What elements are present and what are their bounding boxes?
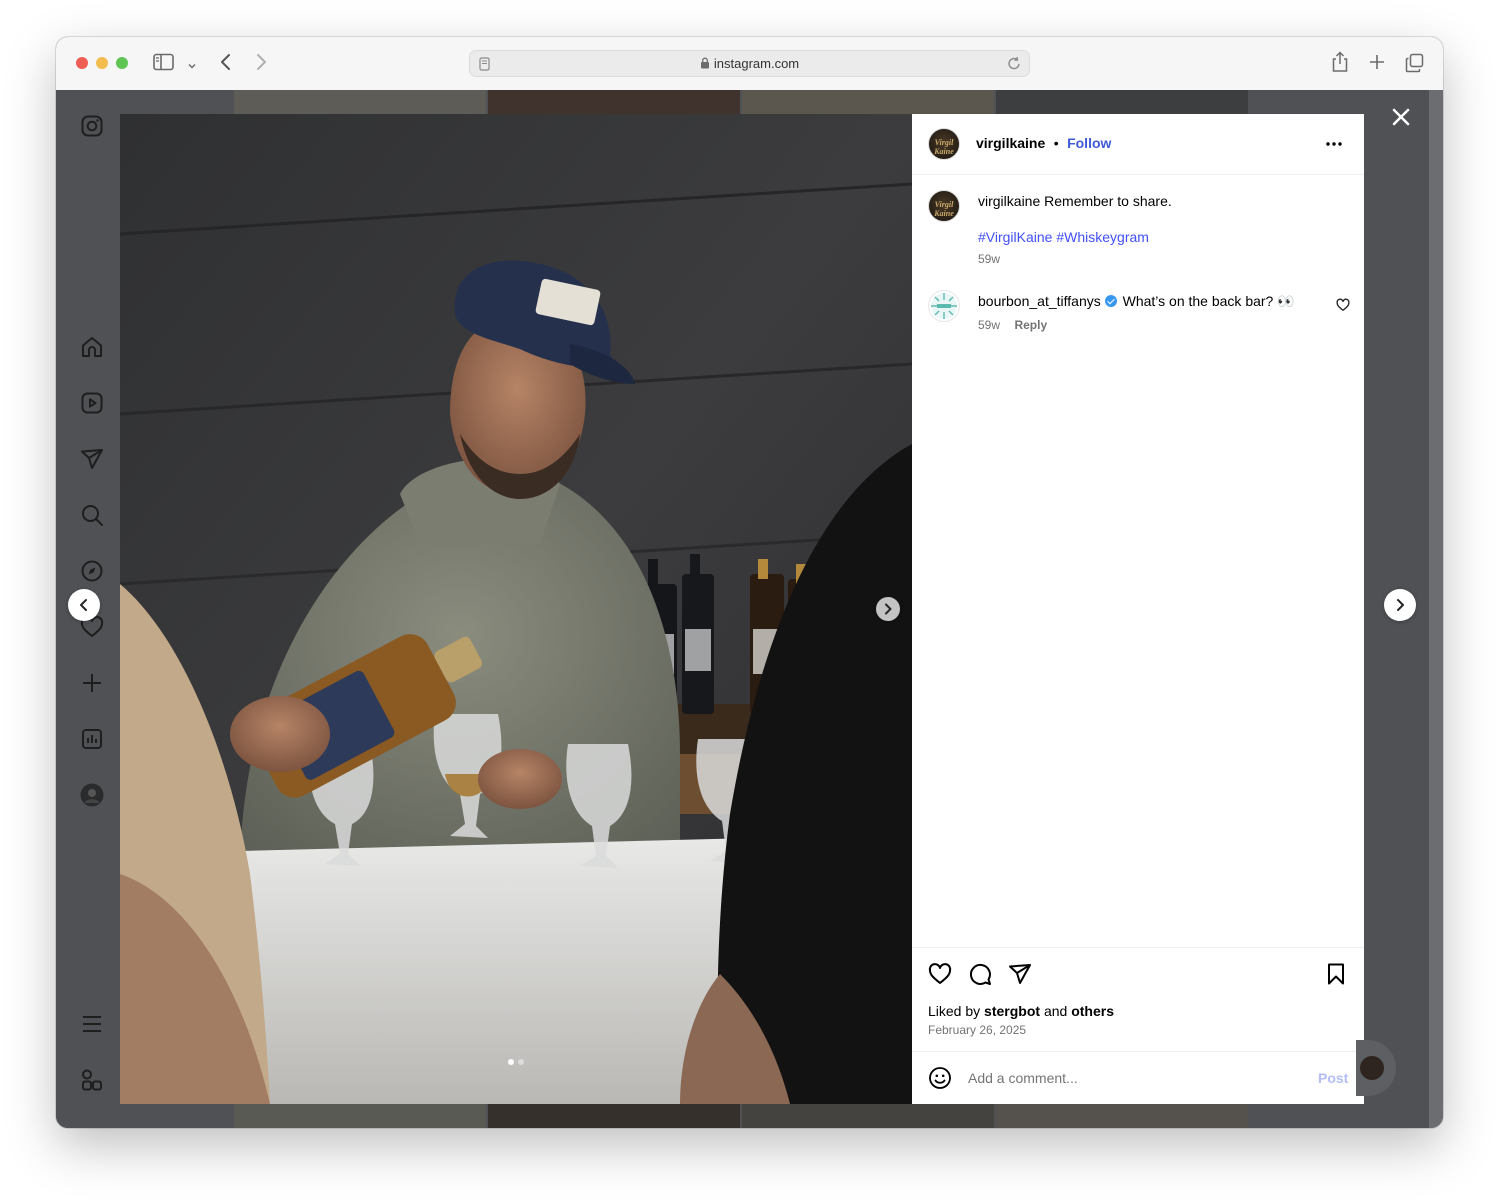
next-post-button[interactable]: [1384, 589, 1416, 621]
post-comment-button[interactable]: Post: [1318, 1070, 1348, 1086]
liked-by-and: and: [1043, 1003, 1068, 1019]
chevron-right-icon: [885, 603, 892, 615]
comment-age: 59w: [978, 318, 1001, 332]
url-label: instagram.com: [713, 56, 800, 71]
comment-text: What’s on the back bar? 👀: [1122, 293, 1295, 309]
chevron-down-icon[interactable]: [187, 55, 197, 75]
avatar-logo-text: Virgil Kaine: [934, 138, 954, 156]
carousel-next-button[interactable]: [876, 597, 900, 621]
caption-username[interactable]: virgilkaine: [978, 193, 1040, 209]
chevron-right-icon: [1397, 599, 1404, 611]
url-text: instagram.com: [470, 56, 1029, 71]
background-thumbnail: [996, 90, 1248, 114]
new-tab-icon[interactable]: [1369, 54, 1385, 74]
more-menu-icon[interactable]: [80, 1012, 104, 1036]
messages-float-button[interactable]: [1356, 1040, 1396, 1096]
background-thumbnail: [234, 1104, 486, 1128]
reply-button[interactable]: Reply: [1014, 318, 1047, 332]
caption-author-avatar[interactable]: Virgil Kaine: [928, 190, 960, 222]
instagram-logo-icon[interactable]: [80, 114, 104, 138]
browser-toolbar: instagram.com: [56, 37, 1443, 91]
address-bar[interactable]: instagram.com: [469, 50, 1030, 77]
author-username[interactable]: virgilkaine: [976, 135, 1045, 151]
liked-by-user[interactable]: stergbot: [984, 1003, 1040, 1019]
emoji-icon[interactable]: [928, 1066, 952, 1090]
reels-icon[interactable]: [80, 391, 104, 415]
messages-icon[interactable]: [80, 447, 104, 471]
comment-item: bourbon_at_tiffanys What’s on the back b…: [978, 292, 1328, 334]
close-modal-icon[interactable]: [1389, 105, 1413, 129]
caption-text: Remember to share.: [1044, 193, 1172, 209]
page-scrollbar[interactable]: [1429, 90, 1443, 1128]
comment-username[interactable]: bourbon_at_tiffanys: [978, 293, 1101, 309]
caption-age: 59w: [978, 252, 1001, 266]
share-send-icon[interactable]: [1008, 962, 1032, 986]
home-icon[interactable]: [80, 335, 104, 359]
explore-icon[interactable]: [80, 559, 104, 583]
caption: virgilkaine Remember to share. #VirgilKa…: [978, 192, 1338, 266]
background-thumbnail: [996, 1104, 1248, 1128]
post-date: February 26, 2025: [928, 1023, 1027, 1037]
comment-bubble-icon[interactable]: [968, 962, 992, 986]
browser-window: instagram.com Virgil Kaine virgilkaine •…: [56, 37, 1443, 1128]
bookmark-icon[interactable]: [1324, 962, 1348, 986]
author-avatar[interactable]: Virgil Kaine: [928, 128, 960, 160]
separator-dot: •: [1053, 135, 1059, 151]
verified-badge-icon: [1104, 295, 1117, 307]
background-thumbnail: [742, 90, 994, 114]
chevron-left-icon: [80, 599, 87, 611]
carousel-dot: [518, 1059, 524, 1065]
previous-post-button[interactable]: [68, 589, 100, 621]
liked-by-prefix: Liked by: [928, 1003, 981, 1019]
post-image[interactable]: [120, 114, 912, 1104]
also-from-meta-icon[interactable]: [80, 1068, 104, 1092]
dashboard-icon[interactable]: [80, 727, 104, 751]
messages-avatar: [1360, 1056, 1384, 1080]
minimize-window-button[interactable]: [96, 57, 108, 69]
background-thumbnail: [488, 1104, 740, 1128]
maximize-window-button[interactable]: [116, 57, 128, 69]
comment-like-heart-icon[interactable]: [1336, 298, 1350, 312]
search-icon[interactable]: [80, 503, 104, 527]
carousel-dot-active: [508, 1059, 514, 1065]
follow-button[interactable]: Follow: [1067, 135, 1111, 151]
profile-avatar[interactable]: [80, 783, 104, 807]
post-actions: Liked by stergbot and others February 26…: [912, 947, 1364, 1052]
close-window-button[interactable]: [76, 57, 88, 69]
sidebar-toggle-icon[interactable]: [153, 53, 175, 75]
background-thumbnail: [234, 90, 486, 114]
comment-input[interactable]: [968, 1067, 1288, 1089]
post-details-panel: Virgil Kaine virgilkaine • Follow Virgil…: [912, 114, 1364, 1104]
reload-icon[interactable]: [1007, 56, 1021, 76]
tab-overview-icon[interactable]: [1405, 53, 1425, 77]
background-thumbnail: [742, 1104, 994, 1128]
share-icon[interactable]: [1331, 51, 1349, 77]
comment-composer: Post: [912, 1051, 1364, 1105]
background-thumbnail: [488, 90, 740, 114]
commenter-avatar[interactable]: [928, 290, 960, 322]
more-options-icon[interactable]: [1324, 134, 1344, 154]
create-plus-icon[interactable]: [80, 671, 104, 695]
likes-summary: Liked by stergbot and others: [928, 1003, 1114, 1019]
lock-icon: [700, 57, 709, 69]
caption-hashtags[interactable]: #VirgilKaine #Whiskeygram: [978, 228, 1338, 246]
post-photo: [120, 114, 912, 1104]
forward-icon[interactable]: [254, 53, 268, 75]
avatar-logo-text: Virgil Kaine: [934, 200, 954, 218]
like-heart-icon[interactable]: [928, 962, 952, 986]
page-content: Virgil Kaine virgilkaine • Follow Virgil…: [56, 90, 1429, 1128]
post-header: Virgil Kaine virgilkaine • Follow: [912, 114, 1364, 175]
back-icon[interactable]: [219, 53, 233, 75]
liked-by-others[interactable]: others: [1071, 1003, 1114, 1019]
